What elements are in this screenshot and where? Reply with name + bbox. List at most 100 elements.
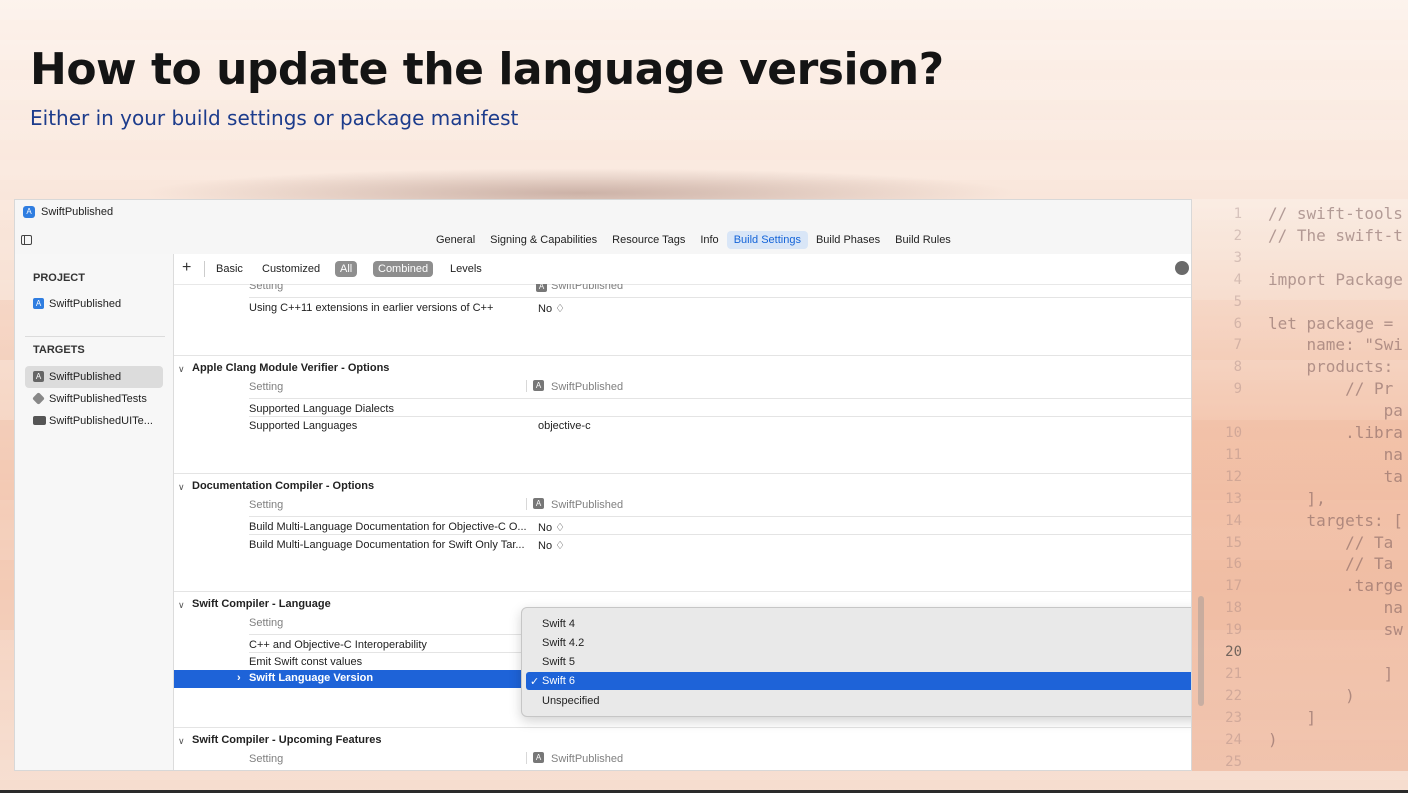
- code-text: na: [1268, 598, 1403, 618]
- menu-item-swift-4[interactable]: Swift 4: [526, 615, 1191, 633]
- code-text: .targe: [1268, 576, 1403, 596]
- target-icon: A: [533, 752, 544, 763]
- filter-options-icon[interactable]: [1175, 261, 1189, 275]
- setting-value-popup[interactable]: No ♢: [538, 302, 565, 315]
- chevron-down-icon[interactable]: ∨: [178, 736, 185, 747]
- code-line: 21 ]: [1192, 663, 1408, 685]
- editor-scrollbar[interactable]: [1198, 596, 1204, 706]
- disclosure-chevron-icon[interactable]: ›: [237, 672, 241, 684]
- line-number: 15: [1225, 534, 1242, 551]
- column-separator: [526, 380, 527, 392]
- menu-item-swift-6[interactable]: ✓ Swift 6: [526, 672, 1191, 690]
- code-text: // Ta: [1268, 554, 1394, 574]
- filter-customized-button[interactable]: Customized: [257, 261, 325, 277]
- editor-tab-bar: General Signing & Capabilities Resource …: [15, 226, 1191, 255]
- divider: [204, 261, 205, 277]
- column-header-setting: Setting: [249, 617, 284, 629]
- title-bar: A SwiftPublished: [15, 200, 1191, 226]
- column-header-setting: Setting: [249, 284, 284, 292]
- line-number: 1: [1233, 206, 1242, 222]
- code-line: 18 na: [1192, 597, 1408, 619]
- line-number: 12: [1225, 468, 1242, 485]
- menu-item-label: Swift 5: [542, 656, 576, 668]
- code-line: 3: [1192, 247, 1408, 269]
- chevron-down-icon[interactable]: ∨: [178, 482, 185, 493]
- project-navigator: PROJECT A SwiftPublished TARGETS A Swift…: [15, 254, 174, 770]
- setting-name: Emit Swift const values: [249, 656, 363, 668]
- code-line: 13 ],: [1192, 488, 1408, 510]
- slide-subtitle: Either in your build settings or package…: [30, 106, 519, 130]
- section-header[interactable]: Documentation Compiler - Options: [192, 480, 374, 492]
- line-number: 23: [1225, 709, 1242, 726]
- add-setting-button[interactable]: +: [182, 259, 191, 277]
- setting-value-popup[interactable]: No ♢: [538, 539, 565, 552]
- column-header-setting: Setting: [249, 381, 284, 393]
- code-line: 22 ): [1192, 685, 1408, 707]
- tab-info[interactable]: Info: [693, 231, 725, 249]
- target-icon: A: [536, 284, 547, 292]
- tab-build-phases[interactable]: Build Phases: [809, 231, 887, 249]
- code-line: 7 name: "Swi: [1192, 334, 1408, 356]
- sidebar-toggle-icon[interactable]: [21, 235, 32, 245]
- setting-name: C++ and Objective-C Interoperability: [249, 639, 427, 651]
- code-text: ]: [1268, 663, 1394, 683]
- target-item-tests[interactable]: SwiftPublishedTests: [25, 388, 163, 410]
- filter-basic-button[interactable]: Basic: [211, 261, 248, 277]
- menu-item-label: Swift 4.2: [542, 637, 585, 649]
- setting-name: Supported Languages: [249, 420, 358, 432]
- column-header-setting: Setting: [249, 753, 284, 765]
- filter-levels-button[interactable]: Levels: [445, 261, 487, 277]
- tab-build-settings[interactable]: Build Settings: [726, 231, 808, 249]
- code-text: ): [1268, 685, 1355, 705]
- menu-item-unspecified[interactable]: Unspecified: [526, 692, 1191, 710]
- settings-tabs: General Signing & Capabilities Resource …: [429, 231, 959, 249]
- code-line: 6 let package =: [1192, 313, 1408, 335]
- setting-value-popup[interactable]: No ♢: [538, 521, 565, 534]
- column-header-target: SwiftPublished: [551, 499, 624, 511]
- chevron-down-icon[interactable]: ∨: [178, 600, 185, 611]
- setting-value[interactable]: objective-c: [538, 420, 591, 432]
- code-text: targets: [: [1268, 510, 1403, 530]
- code-line: 25: [1192, 751, 1408, 772]
- code-line: 19 sw: [1192, 619, 1408, 641]
- section-header[interactable]: Apple Clang Module Verifier - Options: [192, 362, 389, 374]
- section-header[interactable]: Swift Compiler - Language: [192, 598, 331, 610]
- filter-combined-button[interactable]: Combined: [373, 261, 434, 277]
- divider: [249, 534, 1191, 535]
- tab-resource-tags[interactable]: Resource Tags: [605, 231, 692, 249]
- setting-name: Build Multi-Language Documentation for S…: [249, 539, 525, 551]
- tab-build-rules[interactable]: Build Rules: [888, 231, 958, 249]
- build-settings-filter-bar: + Basic Customized All Combined Levels: [174, 254, 1191, 285]
- column-separator: [526, 752, 527, 764]
- code-line: 2 // The swift-t: [1192, 225, 1408, 247]
- divider: [25, 336, 165, 337]
- tab-general[interactable]: General: [429, 231, 482, 249]
- menu-item-swift-5[interactable]: Swift 5: [526, 653, 1191, 671]
- code-line: 4 import Package: [1192, 269, 1408, 291]
- project-icon: A: [23, 206, 35, 218]
- code-text: import Package: [1268, 269, 1403, 289]
- menu-item-label: Unspecified: [542, 695, 600, 707]
- chevron-down-icon[interactable]: ∨: [178, 364, 185, 375]
- divider: [174, 473, 1191, 474]
- target-item-app[interactable]: A SwiftPublished: [25, 366, 163, 388]
- slide-title: How to update the language version?: [30, 44, 944, 95]
- target-item-uitests[interactable]: SwiftPublishedUITe...: [25, 410, 163, 432]
- tab-signing-capabilities[interactable]: Signing & Capabilities: [483, 231, 604, 249]
- divider: [249, 416, 1191, 417]
- window-title: SwiftPublished: [41, 206, 114, 218]
- code-text: ta: [1268, 466, 1403, 486]
- line-number: 25: [1225, 753, 1242, 770]
- xcode-window: A SwiftPublished General Signing & Capab…: [14, 199, 1192, 771]
- code-line: 14 targets: [: [1192, 510, 1408, 532]
- column-separator: [526, 498, 527, 510]
- code-text: // The swift-t: [1268, 225, 1403, 245]
- setting-name: Using C++11 extensions in earlier versio…: [249, 302, 494, 314]
- menu-item-swift-4-2[interactable]: Swift 4.2: [526, 634, 1191, 652]
- setting-name: Build Multi-Language Documentation for O…: [249, 521, 527, 533]
- filter-all-button[interactable]: All: [335, 261, 358, 277]
- code-text: ]: [1268, 707, 1317, 727]
- section-header[interactable]: Swift Compiler - Upcoming Features: [192, 734, 381, 746]
- menu-item-label: Swift 4: [542, 618, 576, 630]
- project-item[interactable]: A SwiftPublished: [25, 293, 163, 315]
